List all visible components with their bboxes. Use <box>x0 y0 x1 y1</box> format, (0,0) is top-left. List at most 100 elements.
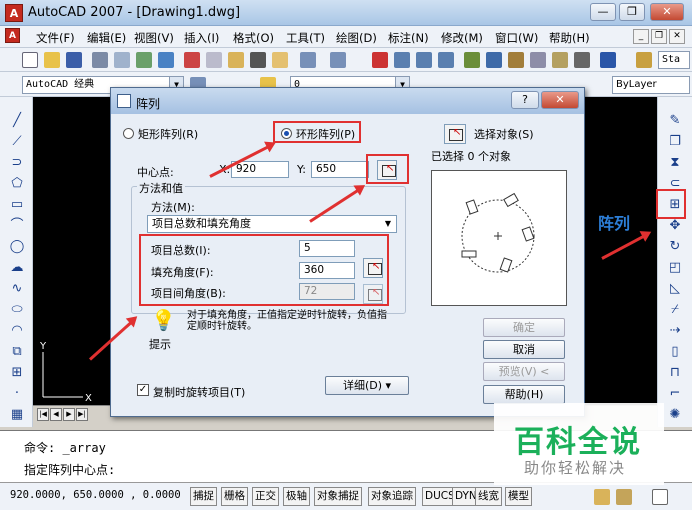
match-properties-icon[interactable] <box>250 52 266 68</box>
menu-help[interactable]: 帮助(H) <box>549 30 590 46</box>
copy-icon[interactable] <box>206 52 222 68</box>
calculator-icon[interactable] <box>574 52 590 68</box>
polar-toggle[interactable]: 极轴 <box>283 487 310 506</box>
menu-draw[interactable]: 绘图(D) <box>336 30 377 46</box>
grid-toggle[interactable]: 栅格 <box>221 487 248 506</box>
3d-dwf-icon[interactable] <box>158 52 174 68</box>
zoom-previous-icon[interactable] <box>438 52 454 68</box>
ortho-toggle[interactable]: 正交 <box>252 487 279 506</box>
redo-icon[interactable] <box>330 52 346 68</box>
cancel-button[interactable]: 取消 <box>483 340 565 359</box>
doc-minimize-button[interactable]: _ <box>633 29 649 44</box>
close-button[interactable]: ✕ <box>650 3 684 21</box>
menu-view[interactable]: 视图(V) <box>134 30 174 46</box>
make-block-icon[interactable]: ⊞ <box>9 365 25 381</box>
menu-tools[interactable]: 工具(T) <box>286 30 325 46</box>
tab-last-button[interactable]: ▶| <box>76 408 88 421</box>
arc-icon[interactable]: ⌒ <box>9 218 25 234</box>
zoom-realtime-icon[interactable] <box>394 52 410 68</box>
tool-palettes-icon[interactable] <box>508 52 524 68</box>
select-objects-button[interactable] <box>444 124 466 144</box>
publish-icon[interactable] <box>136 52 152 68</box>
join-icon[interactable]: ⊓ <box>667 365 683 381</box>
print-icon[interactable] <box>92 52 108 68</box>
undo-icon[interactable] <box>300 52 316 68</box>
doc-icon[interactable]: A <box>5 28 20 43</box>
insert-block-icon[interactable]: ⧉ <box>9 344 25 360</box>
paste-icon[interactable] <box>228 52 244 68</box>
revision-cloud-icon[interactable]: ☁ <box>9 260 25 276</box>
line-icon[interactable]: ╱ <box>9 113 25 129</box>
break-icon[interactable]: ▯ <box>667 344 683 360</box>
details-button[interactable]: 详细(D) ▾ <box>325 376 409 395</box>
method-select[interactable]: 项目总数和填充角度 ▼ <box>147 215 397 233</box>
pan-icon[interactable] <box>372 52 388 68</box>
menu-insert[interactable]: 插入(I) <box>184 30 219 46</box>
polyline-icon[interactable]: ⊃ <box>9 155 25 171</box>
tab-prev-button[interactable]: ◀ <box>50 408 62 421</box>
markup-icon[interactable] <box>552 52 568 68</box>
dialog-title-bar[interactable]: 阵列 ? ✕ <box>111 88 584 114</box>
lock-icon[interactable] <box>594 489 610 505</box>
scale-icon[interactable]: ◰ <box>667 260 683 276</box>
model-toggle[interactable]: 模型 <box>505 487 532 506</box>
point-icon[interactable]: · <box>9 386 25 402</box>
rectangle-icon[interactable]: ▭ <box>9 197 25 213</box>
rotate-icon[interactable]: ↻ <box>667 239 683 255</box>
otrack-toggle[interactable]: 对象追踪 <box>368 487 416 506</box>
trim-icon[interactable]: ⌿ <box>667 302 683 318</box>
tab-first-button[interactable]: |◀ <box>37 408 49 421</box>
cut-icon[interactable] <box>184 52 200 68</box>
dialog-close-button[interactable]: ✕ <box>541 91 579 109</box>
help-button[interactable]: 帮助(H) <box>483 385 565 404</box>
autocad-app-icon[interactable]: A <box>5 4 23 22</box>
snap-toggle[interactable]: 捕捉 <box>190 487 217 506</box>
open-icon[interactable] <box>44 52 60 68</box>
help-icon[interactable] <box>600 52 616 68</box>
center-x-field[interactable]: 920 <box>231 161 289 178</box>
menu-file[interactable]: 文件(F) <box>36 30 75 46</box>
erase-icon[interactable]: ✎ <box>667 113 683 129</box>
center-y-field[interactable]: 650 <box>311 161 369 178</box>
doc-restore-button[interactable]: ❐ <box>651 29 667 44</box>
tab-next-button[interactable]: ▶ <box>63 408 75 421</box>
spline-icon[interactable]: ∿ <box>9 281 25 297</box>
osnap-toggle[interactable]: 对象捕捉 <box>314 487 362 506</box>
hatch-icon[interactable]: ▦ <box>9 407 25 423</box>
ok-button[interactable]: 确定 <box>483 318 565 337</box>
explode-icon[interactable]: ✺ <box>667 407 683 423</box>
menu-format[interactable]: 格式(O) <box>233 30 274 46</box>
design-center-icon[interactable] <box>486 52 502 68</box>
chamfer-icon[interactable]: ⌐ <box>667 386 683 402</box>
plot-preview-icon[interactable] <box>114 52 130 68</box>
extend-icon[interactable]: ⇢ <box>667 323 683 339</box>
circle-icon[interactable]: ◯ <box>9 239 25 255</box>
rotate-items-label[interactable]: 复制时旋转项目(T) <box>153 384 245 400</box>
properties-icon[interactable] <box>464 52 480 68</box>
rect-array-label[interactable]: 矩形阵列(R) <box>138 126 198 142</box>
rect-array-radio[interactable] <box>123 128 134 139</box>
text-style-icon[interactable] <box>636 52 652 68</box>
menu-modify[interactable]: 修改(M) <box>441 30 483 46</box>
lineweight-toggle[interactable]: 线宽 <box>475 487 502 506</box>
rotate-items-checkbox[interactable]: ✓ <box>137 384 149 396</box>
menu-edit[interactable]: 编辑(E) <box>87 30 126 46</box>
ellipse-icon[interactable]: ⬭ <box>9 302 25 318</box>
polygon-icon[interactable]: ⬠ <box>9 176 25 192</box>
move-icon[interactable]: ✥ <box>667 218 683 234</box>
construction-line-icon[interactable]: ⟋ <box>9 134 25 150</box>
stretch-icon[interactable]: ◺ <box>667 281 683 297</box>
sheet-set-icon[interactable] <box>530 52 546 68</box>
minimize-button[interactable]: — <box>590 3 616 21</box>
communication-icon[interactable] <box>616 489 632 505</box>
ellipse-arc-icon[interactable]: ◠ <box>9 323 25 339</box>
doc-close-button[interactable]: ✕ <box>669 29 685 44</box>
menu-window[interactable]: 窗口(W) <box>495 30 538 46</box>
dialog-help-button[interactable]: ? <box>511 91 539 109</box>
color-combo[interactable]: ByLayer <box>612 76 690 94</box>
menu-dimension[interactable]: 标注(N) <box>388 30 429 46</box>
mirror-icon[interactable]: ⧗ <box>667 155 683 171</box>
copy-object-icon[interactable]: ❐ <box>667 134 683 150</box>
save-icon[interactable] <box>66 52 82 68</box>
block-editor-icon[interactable] <box>272 52 288 68</box>
